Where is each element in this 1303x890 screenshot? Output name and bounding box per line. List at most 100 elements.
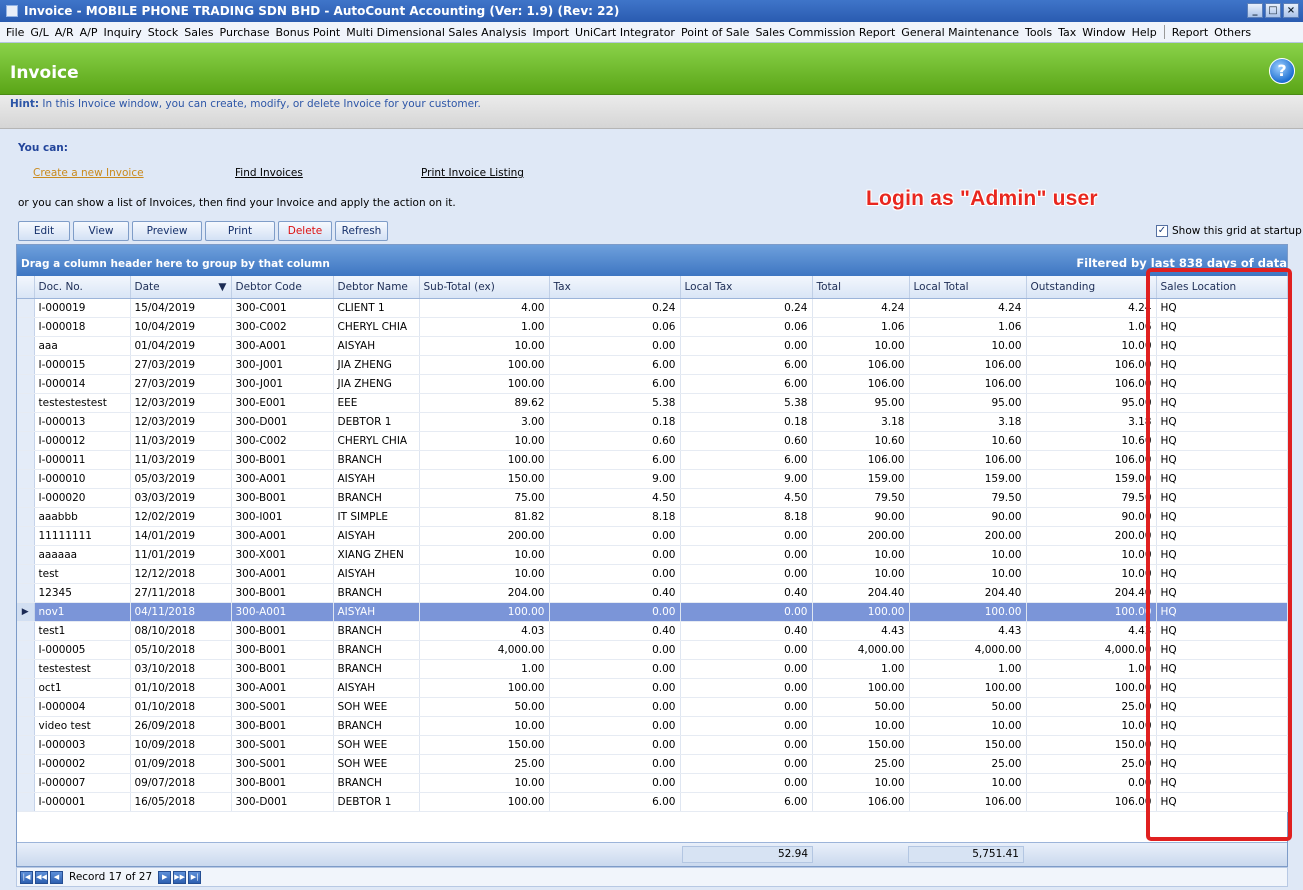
table-row[interactable]: 11111111 14/01/2019 300-A001 AISYAH 200.00 0.… (17, 526, 1288, 546)
table-cell[interactable]: 1.00 (419, 317, 550, 337)
table-cell[interactable]: 01/10/2018 (130, 678, 232, 698)
table-cell[interactable]: 300-B001 (231, 450, 334, 470)
table-cell[interactable]: HQ (1156, 716, 1288, 736)
table-cell[interactable]: 100.00 (1026, 602, 1157, 622)
table-cell[interactable]: 25.00 (419, 754, 550, 774)
table-cell[interactable]: 10/04/2019 (130, 317, 232, 337)
menu-others[interactable]: Others (1211, 26, 1254, 39)
table-row[interactable]: testestest 03/10/2018 300-B001 BRANCH 1.00 0.… (17, 659, 1288, 679)
table-cell[interactable]: 10.00 (1026, 336, 1157, 356)
table-cell[interactable]: 6.00 (680, 374, 813, 394)
table-cell[interactable]: I-000003 (34, 735, 131, 755)
table-cell[interactable]: 0.06 (549, 317, 681, 337)
col-sales-location[interactable]: Sales Location (1156, 276, 1288, 299)
table-cell[interactable]: I-000005 (34, 640, 131, 660)
table-cell[interactable]: HQ (1156, 735, 1288, 755)
table-cell[interactable]: 0.40 (680, 621, 813, 641)
table-cell[interactable]: 95.00 (1026, 393, 1157, 413)
table-cell[interactable]: aaa (34, 336, 131, 356)
group-by-panel[interactable]: Drag a column header here to group by th… (17, 245, 1287, 276)
table-row[interactable]: I-000011 11/03/2019 300-B001 BRANCH 100.00 6.… (17, 450, 1288, 470)
table-row[interactable]: I-000012 11/03/2019 300-C002 CHERYL CHIA 10.… (17, 431, 1288, 451)
next-record-icon[interactable]: ▶ (158, 870, 172, 884)
row-indicator[interactable] (17, 488, 35, 508)
table-cell[interactable]: 0.00 (680, 564, 813, 584)
table-cell[interactable]: 12/03/2019 (130, 412, 232, 432)
edit-button[interactable]: Edit (18, 221, 70, 241)
table-cell[interactable]: 150.00 (909, 735, 1027, 755)
menu-mdsa[interactable]: Multi Dimensional Sales Analysis (343, 26, 529, 39)
table-cell[interactable]: 10.60 (812, 431, 910, 451)
prev-page-icon[interactable]: ◀◀ (35, 870, 48, 884)
menu-window[interactable]: Window (1079, 26, 1128, 39)
table-row[interactable]: aaa 01/04/2019 300-A001 AISYAH 10.00 0.00 0.00… (17, 336, 1288, 356)
table-cell[interactable]: CHERYL CHIA (333, 317, 420, 337)
table-cell[interactable]: 0.40 (680, 583, 813, 603)
table-cell[interactable]: 300-C001 (231, 298, 334, 318)
table-cell[interactable]: AISYAH (333, 678, 420, 698)
table-cell[interactable]: 6.00 (549, 374, 681, 394)
table-cell[interactable]: HQ (1156, 678, 1288, 698)
table-cell[interactable]: 15/04/2019 (130, 298, 232, 318)
table-cell[interactable]: test1 (34, 621, 131, 641)
table-cell[interactable]: 3.18 (1026, 412, 1157, 432)
table-cell[interactable]: 79.50 (1026, 488, 1157, 508)
table-cell[interactable]: 11/03/2019 (130, 450, 232, 470)
table-cell[interactable]: 03/03/2019 (130, 488, 232, 508)
menu-unicart[interactable]: UniCart Integrator (572, 26, 678, 39)
table-cell[interactable]: BRANCH (333, 488, 420, 508)
table-cell[interactable]: 25.00 (812, 754, 910, 774)
table-cell[interactable]: DEBTOR 1 (333, 792, 420, 812)
table-cell[interactable]: 300-B001 (231, 621, 334, 641)
table-cell[interactable]: 81.82 (419, 507, 550, 527)
menu-tools[interactable]: Tools (1022, 26, 1055, 39)
table-row[interactable]: I-000003 10/09/2018 300-S001 SOH WEE 150.00 0… (17, 735, 1288, 755)
table-cell[interactable]: 0.00 (680, 545, 813, 565)
table-cell[interactable]: 12/03/2019 (130, 393, 232, 413)
table-cell[interactable]: 12/02/2019 (130, 507, 232, 527)
table-row[interactable]: testestestest 12/03/2019 300-E001 EEE 89.62 5… (17, 393, 1288, 413)
table-cell[interactable]: 11111111 (34, 526, 131, 546)
last-record-icon[interactable]: ▶| (188, 870, 202, 884)
table-cell[interactable]: 8.18 (549, 507, 681, 527)
row-indicator[interactable] (17, 640, 35, 660)
table-cell[interactable]: AISYAH (333, 602, 420, 622)
preview-button[interactable]: Preview (132, 221, 202, 241)
table-cell[interactable]: test (34, 564, 131, 584)
table-cell[interactable]: 100.00 (909, 602, 1027, 622)
table-cell[interactable]: 100.00 (419, 602, 550, 622)
table-cell[interactable]: 6.00 (549, 792, 681, 812)
table-cell[interactable]: 200.00 (812, 526, 910, 546)
table-cell[interactable]: 106.00 (909, 792, 1027, 812)
first-record-icon[interactable]: |◀ (20, 870, 33, 884)
table-row[interactable]: I-000002 01/09/2018 300-S001 SOH WEE 25.00 0.… (17, 754, 1288, 774)
table-cell[interactable]: 6.00 (549, 355, 681, 375)
row-indicator[interactable] (17, 583, 35, 603)
table-row[interactable]: I-000018 10/04/2019 300-C002 CHERYL CHIA 1.0… (17, 317, 1288, 337)
table-row[interactable]: 12345 27/11/2018 300-B001 BRANCH 204.00 0.40 0… (17, 583, 1288, 603)
row-indicator[interactable] (17, 450, 35, 470)
table-cell[interactable]: 204.40 (909, 583, 1027, 603)
table-cell[interactable]: I-000007 (34, 773, 131, 793)
table-cell[interactable]: 300-B001 (231, 640, 334, 660)
table-cell[interactable]: I-000019 (34, 298, 131, 318)
table-cell[interactable]: 100.00 (419, 678, 550, 698)
table-cell[interactable]: 159.00 (1026, 469, 1157, 489)
table-cell[interactable]: 100.00 (909, 678, 1027, 698)
col-outstanding[interactable]: Outstanding (1026, 276, 1157, 299)
table-cell[interactable]: HQ (1156, 659, 1288, 679)
row-indicator[interactable] (17, 621, 35, 641)
table-cell[interactable]: HQ (1156, 754, 1288, 774)
refresh-button[interactable]: Refresh (335, 221, 388, 241)
table-cell[interactable]: 150.00 (419, 469, 550, 489)
table-cell[interactable]: 10.00 (419, 716, 550, 736)
table-cell[interactable]: 4,000.00 (1026, 640, 1157, 660)
row-indicator[interactable] (17, 431, 35, 451)
print-invoice-listing-link[interactable]: Print Invoice Listing (421, 167, 524, 179)
table-cell[interactable]: 4.43 (1026, 621, 1157, 641)
table-cell[interactable]: 9.00 (680, 469, 813, 489)
table-cell[interactable]: 08/10/2018 (130, 621, 232, 641)
table-cell[interactable]: 0.00 (549, 545, 681, 565)
menu-ar[interactable]: A/R (52, 26, 77, 39)
table-cell[interactable]: 10.00 (812, 336, 910, 356)
